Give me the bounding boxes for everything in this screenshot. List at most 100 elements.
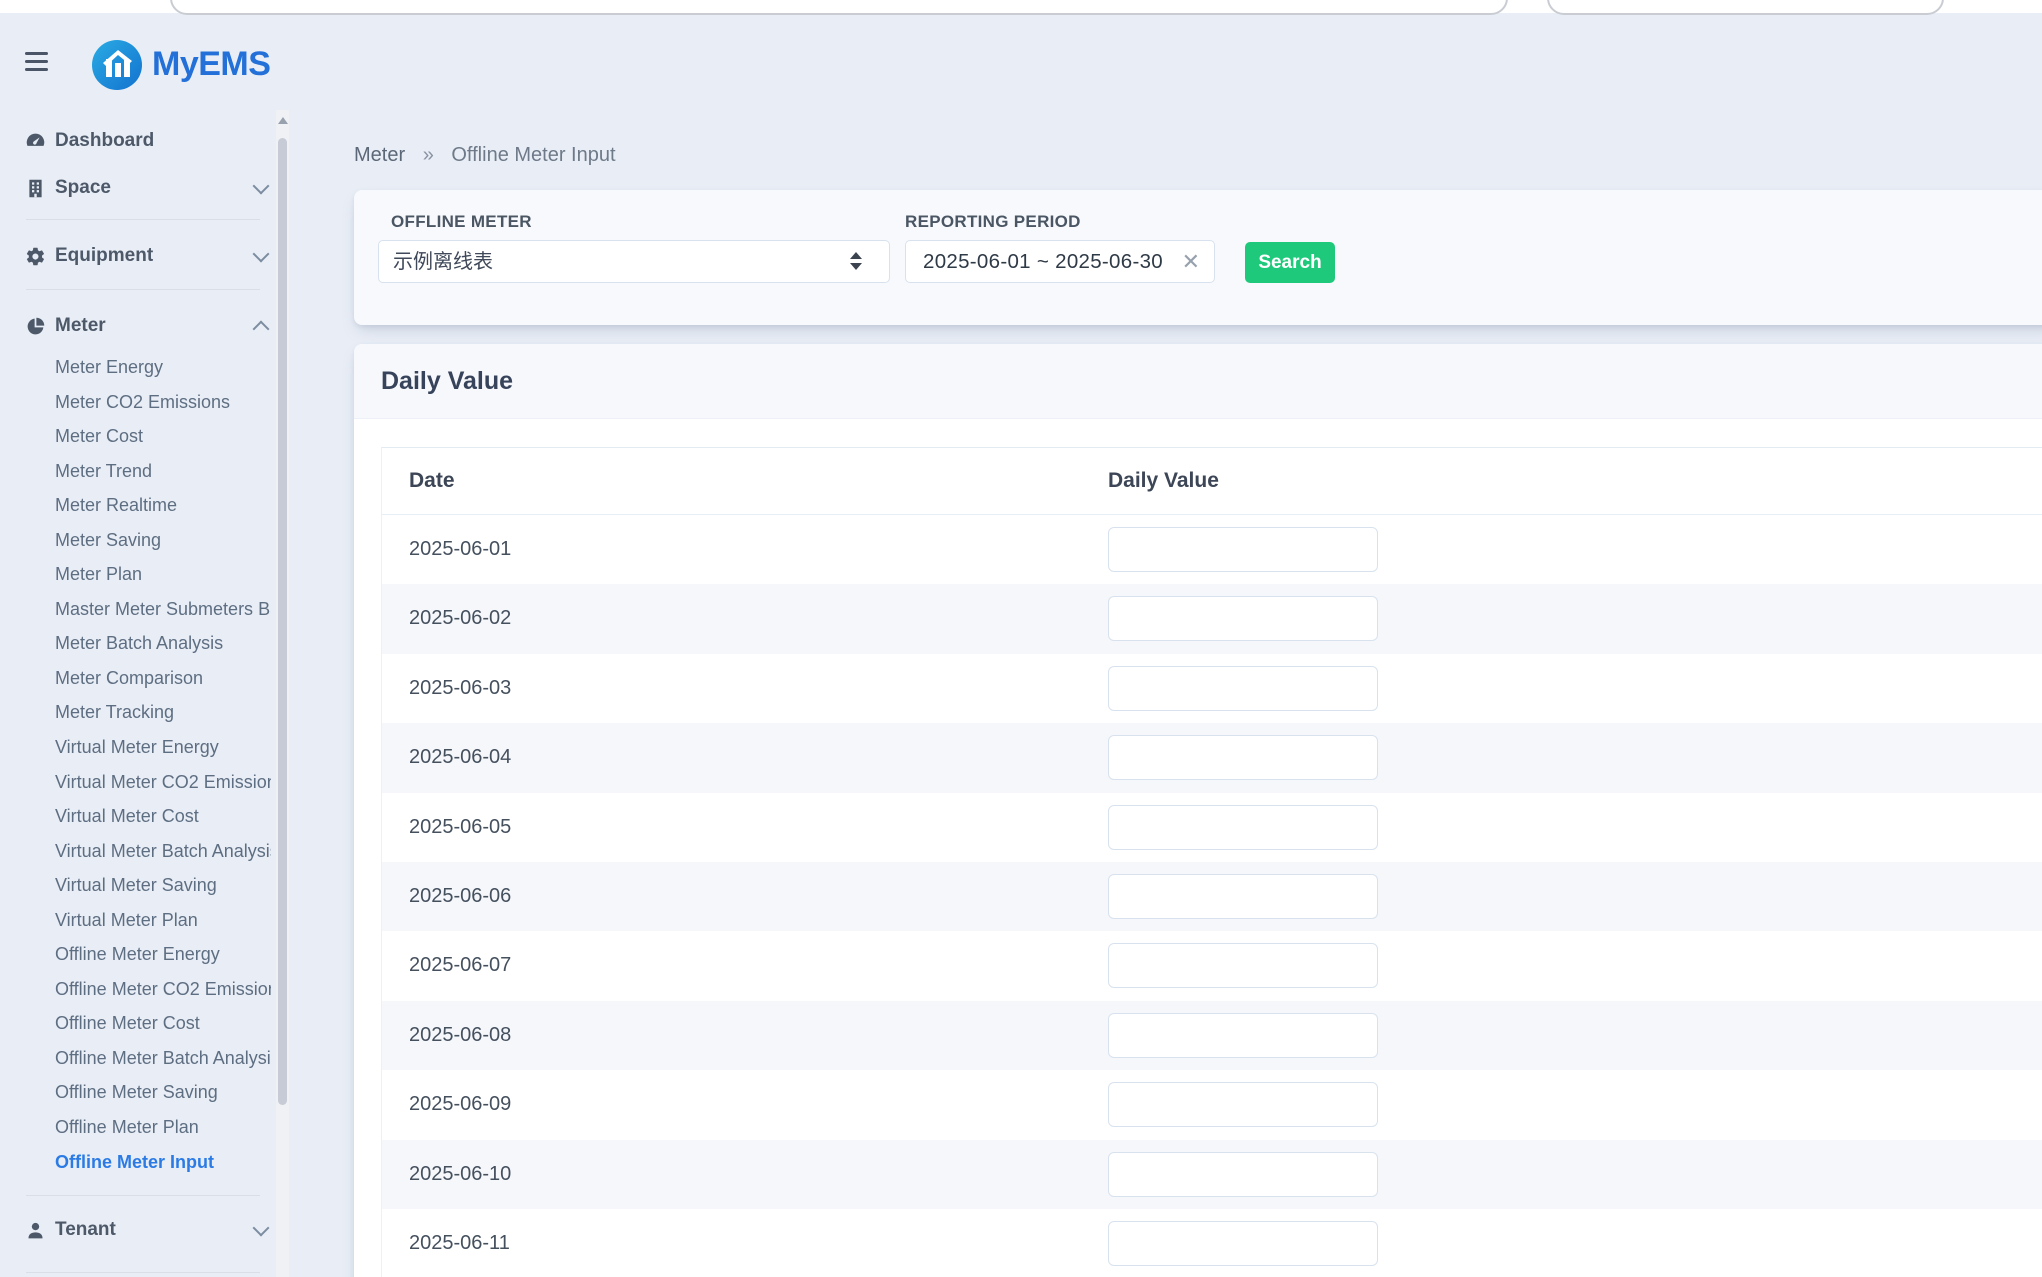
- gauge-icon: [25, 131, 46, 152]
- daily-value-input[interactable]: [1108, 943, 1378, 988]
- sidebar-item-meter-cost[interactable]: Meter Cost: [0, 419, 271, 454]
- breadcrumb: Meter » Offline Meter Input: [354, 144, 616, 167]
- column-header-daily-value: Daily Value: [1108, 448, 1219, 514]
- chevron-down-icon: [253, 178, 270, 195]
- sidebar-item-meter-batch-analysis[interactable]: Meter Batch Analysis: [0, 626, 271, 661]
- daily-value-input[interactable]: [1108, 666, 1378, 711]
- daily-value-input[interactable]: [1108, 1013, 1378, 1058]
- sidebar-item-offline-meter-batch-analysis[interactable]: Offline Meter Batch Analysis: [0, 1041, 271, 1076]
- sidebar: Dashboard Space: [0, 0, 290, 1277]
- breadcrumb-separator: »: [423, 144, 434, 166]
- row-date: 2025-06-01: [409, 515, 511, 584]
- topbar-control-pill[interactable]: [1547, 0, 1944, 15]
- row-date: 2025-06-09: [409, 1070, 511, 1139]
- daily-value-input[interactable]: [1108, 735, 1378, 780]
- user-icon: [25, 1220, 46, 1241]
- scrollbar-up-arrow-icon[interactable]: [278, 117, 288, 124]
- app-window: MyEMS Dashboard: [0, 0, 2042, 1277]
- filter-card: OFFLINE METER 示例离线表 REPORTING PERIOD ✕ S…: [354, 190, 2042, 325]
- daily-value-input[interactable]: [1108, 1082, 1378, 1127]
- sidebar-item-tenant[interactable]: Tenant: [0, 1209, 272, 1251]
- sidebar-divider: [26, 1195, 260, 1196]
- daily-value-input[interactable]: [1108, 805, 1378, 850]
- daily-value-card: Daily Value Date Daily Value 2025-06-012…: [354, 344, 2042, 1277]
- sidebar-item-offline-meter-saving[interactable]: Offline Meter Saving: [0, 1075, 271, 1110]
- table-row: 2025-06-07: [382, 931, 2042, 1000]
- sidebar-item-meter-saving[interactable]: Meter Saving: [0, 523, 271, 558]
- reporting-period-input[interactable]: [906, 250, 1178, 274]
- offline-meter-label: OFFLINE METER: [391, 212, 532, 232]
- search-button[interactable]: Search: [1245, 242, 1335, 283]
- daily-value-card-header: Daily Value: [354, 344, 2042, 419]
- sidebar-item-meter-comparison[interactable]: Meter Comparison: [0, 661, 271, 696]
- offline-meter-select[interactable]: 示例离线表: [378, 240, 890, 283]
- sidebar-item-virtual-meter-saving[interactable]: Virtual Meter Saving: [0, 868, 271, 903]
- sidebar-item-virtual-meter-cost[interactable]: Virtual Meter Cost: [0, 799, 271, 834]
- daily-value-input[interactable]: [1108, 1152, 1378, 1197]
- column-header-date: Date: [409, 448, 455, 514]
- sidebar-divider: [26, 219, 260, 220]
- sidebar-item-virtual-meter-co2-emissions[interactable]: Virtual Meter CO2 Emissions: [0, 765, 271, 800]
- sidebar-item-offline-meter-input[interactable]: Offline Meter Input: [0, 1145, 271, 1180]
- sidebar-item-label: Dashboard: [55, 130, 154, 152]
- table-row: 2025-06-03: [382, 654, 2042, 723]
- daily-value-input[interactable]: [1108, 596, 1378, 641]
- daily-value-table: Date Daily Value 2025-06-012025-06-02202…: [381, 447, 2042, 1277]
- sidebar-item-equipment[interactable]: Equipment: [0, 235, 272, 277]
- row-date: 2025-06-07: [409, 931, 511, 1000]
- sidebar-scrollbar-thumb[interactable]: [278, 138, 287, 1105]
- table-body: 2025-06-012025-06-022025-06-032025-06-04…: [382, 515, 2042, 1277]
- row-date: 2025-06-03: [409, 654, 511, 723]
- row-date: 2025-06-06: [409, 862, 511, 931]
- top-navbar: [0, 0, 2042, 13]
- sidebar-item-dashboard[interactable]: Dashboard: [0, 120, 272, 162]
- sidebar-item-offline-meter-co2-emissions[interactable]: Offline Meter CO2 Emissions: [0, 972, 271, 1007]
- sidebar-item-meter-tracking[interactable]: Meter Tracking: [0, 695, 271, 730]
- sidebar-item-meter-plan[interactable]: Meter Plan: [0, 557, 271, 592]
- sidebar-item-meter-co2-emissions[interactable]: Meter CO2 Emissions: [0, 385, 271, 420]
- sidebar-item-offline-meter-energy[interactable]: Offline Meter Energy: [0, 937, 271, 972]
- row-date: 2025-06-02: [409, 584, 511, 653]
- daily-value-input[interactable]: [1108, 874, 1378, 919]
- sidebar-item-label: Space: [55, 177, 111, 199]
- sidebar-item-offline-meter-plan[interactable]: Offline Meter Plan: [0, 1110, 271, 1145]
- table-row: 2025-06-01: [382, 515, 2042, 584]
- sidebar-item-virtual-meter-energy[interactable]: Virtual Meter Energy: [0, 730, 271, 765]
- topbar-search-input[interactable]: [170, 0, 1508, 15]
- clear-icon[interactable]: ✕: [1178, 251, 1214, 273]
- row-date: 2025-06-11: [409, 1209, 510, 1277]
- chevron-down-icon: [253, 1220, 270, 1237]
- sidebar-item-master-meter-submeters-balance[interactable]: Master Meter Submeters Balance: [0, 592, 271, 627]
- sidebar-item-offline-meter-cost[interactable]: Offline Meter Cost: [0, 1006, 271, 1041]
- sidebar-item-meter-trend[interactable]: Meter Trend: [0, 454, 271, 489]
- table-row: 2025-06-10: [382, 1140, 2042, 1209]
- sidebar-item-label: Equipment: [55, 245, 153, 267]
- reporting-period-label: REPORTING PERIOD: [905, 212, 1081, 232]
- table-row: 2025-06-06: [382, 862, 2042, 931]
- daily-value-input[interactable]: [1108, 527, 1378, 572]
- table-row: 2025-06-08: [382, 1001, 2042, 1070]
- table-row: 2025-06-09: [382, 1070, 2042, 1139]
- breadcrumb-meter[interactable]: Meter: [354, 144, 405, 166]
- row-date: 2025-06-05: [409, 793, 511, 862]
- sidebar-item-label: Tenant: [55, 1219, 116, 1241]
- breadcrumb-current: Offline Meter Input: [451, 144, 615, 166]
- building-icon: [25, 178, 46, 199]
- sidebar-item-virtual-meter-plan[interactable]: Virtual Meter Plan: [0, 903, 271, 938]
- sidebar-item-space[interactable]: Space: [0, 167, 272, 209]
- sidebar-item-meter-energy[interactable]: Meter Energy: [0, 350, 271, 385]
- sidebar-item-meter-realtime[interactable]: Meter Realtime: [0, 488, 271, 523]
- sidebar-item-virtual-meter-batch-analysis[interactable]: Virtual Meter Batch Analysis: [0, 834, 271, 869]
- table-row: 2025-06-05: [382, 793, 2042, 862]
- row-date: 2025-06-08: [409, 1001, 511, 1070]
- table-header-row: Date Daily Value: [382, 448, 2042, 515]
- sidebar-divider: [26, 1272, 260, 1273]
- daily-value-input[interactable]: [1108, 1221, 1378, 1266]
- sidebar-item-meter[interactable]: Meter: [0, 305, 272, 347]
- table-row: 2025-06-02: [382, 584, 2042, 653]
- row-date: 2025-06-04: [409, 723, 511, 792]
- meter-submenu: Meter EnergyMeter CO2 EmissionsMeter Cos…: [0, 350, 272, 1179]
- sidebar-divider: [26, 289, 260, 290]
- reporting-period-field[interactable]: ✕: [905, 240, 1215, 283]
- pie-chart-icon: [25, 316, 46, 337]
